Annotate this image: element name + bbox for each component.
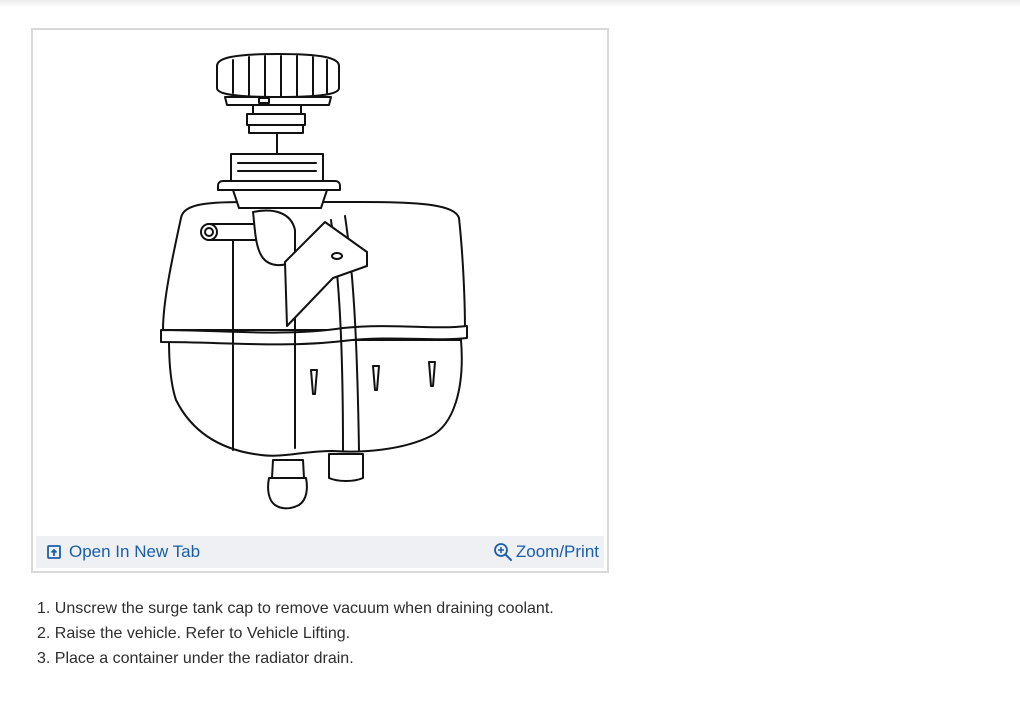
open-in-new-tab-label: Open In New Tab	[69, 542, 201, 561]
zoom-print-link[interactable]: Zoom/Print	[493, 536, 599, 568]
step-item: 3. Place a container under the radiator …	[37, 650, 354, 667]
surge-tank-illustration	[160, 53, 468, 510]
open-in-new-tab-icon	[47, 545, 61, 559]
step-item: 1. Unscrew the surge tank cap to remove …	[37, 600, 554, 617]
figure-toolbar: Open In New Tab Zoom/Print	[36, 536, 604, 568]
instruction-steps: 1. Unscrew the surge tank cap to remove …	[37, 598, 554, 673]
step-item: 2. Raise the vehicle. Refer to Vehicle L…	[37, 625, 351, 642]
top-shadow	[0, 0, 1020, 8]
figure-card: Open In New Tab Zoom/Print	[31, 28, 609, 573]
zoom-in-icon	[493, 542, 513, 562]
zoom-print-label: Zoom/Print	[515, 542, 599, 561]
open-in-new-tab-link[interactable]: Open In New Tab	[47, 536, 200, 568]
